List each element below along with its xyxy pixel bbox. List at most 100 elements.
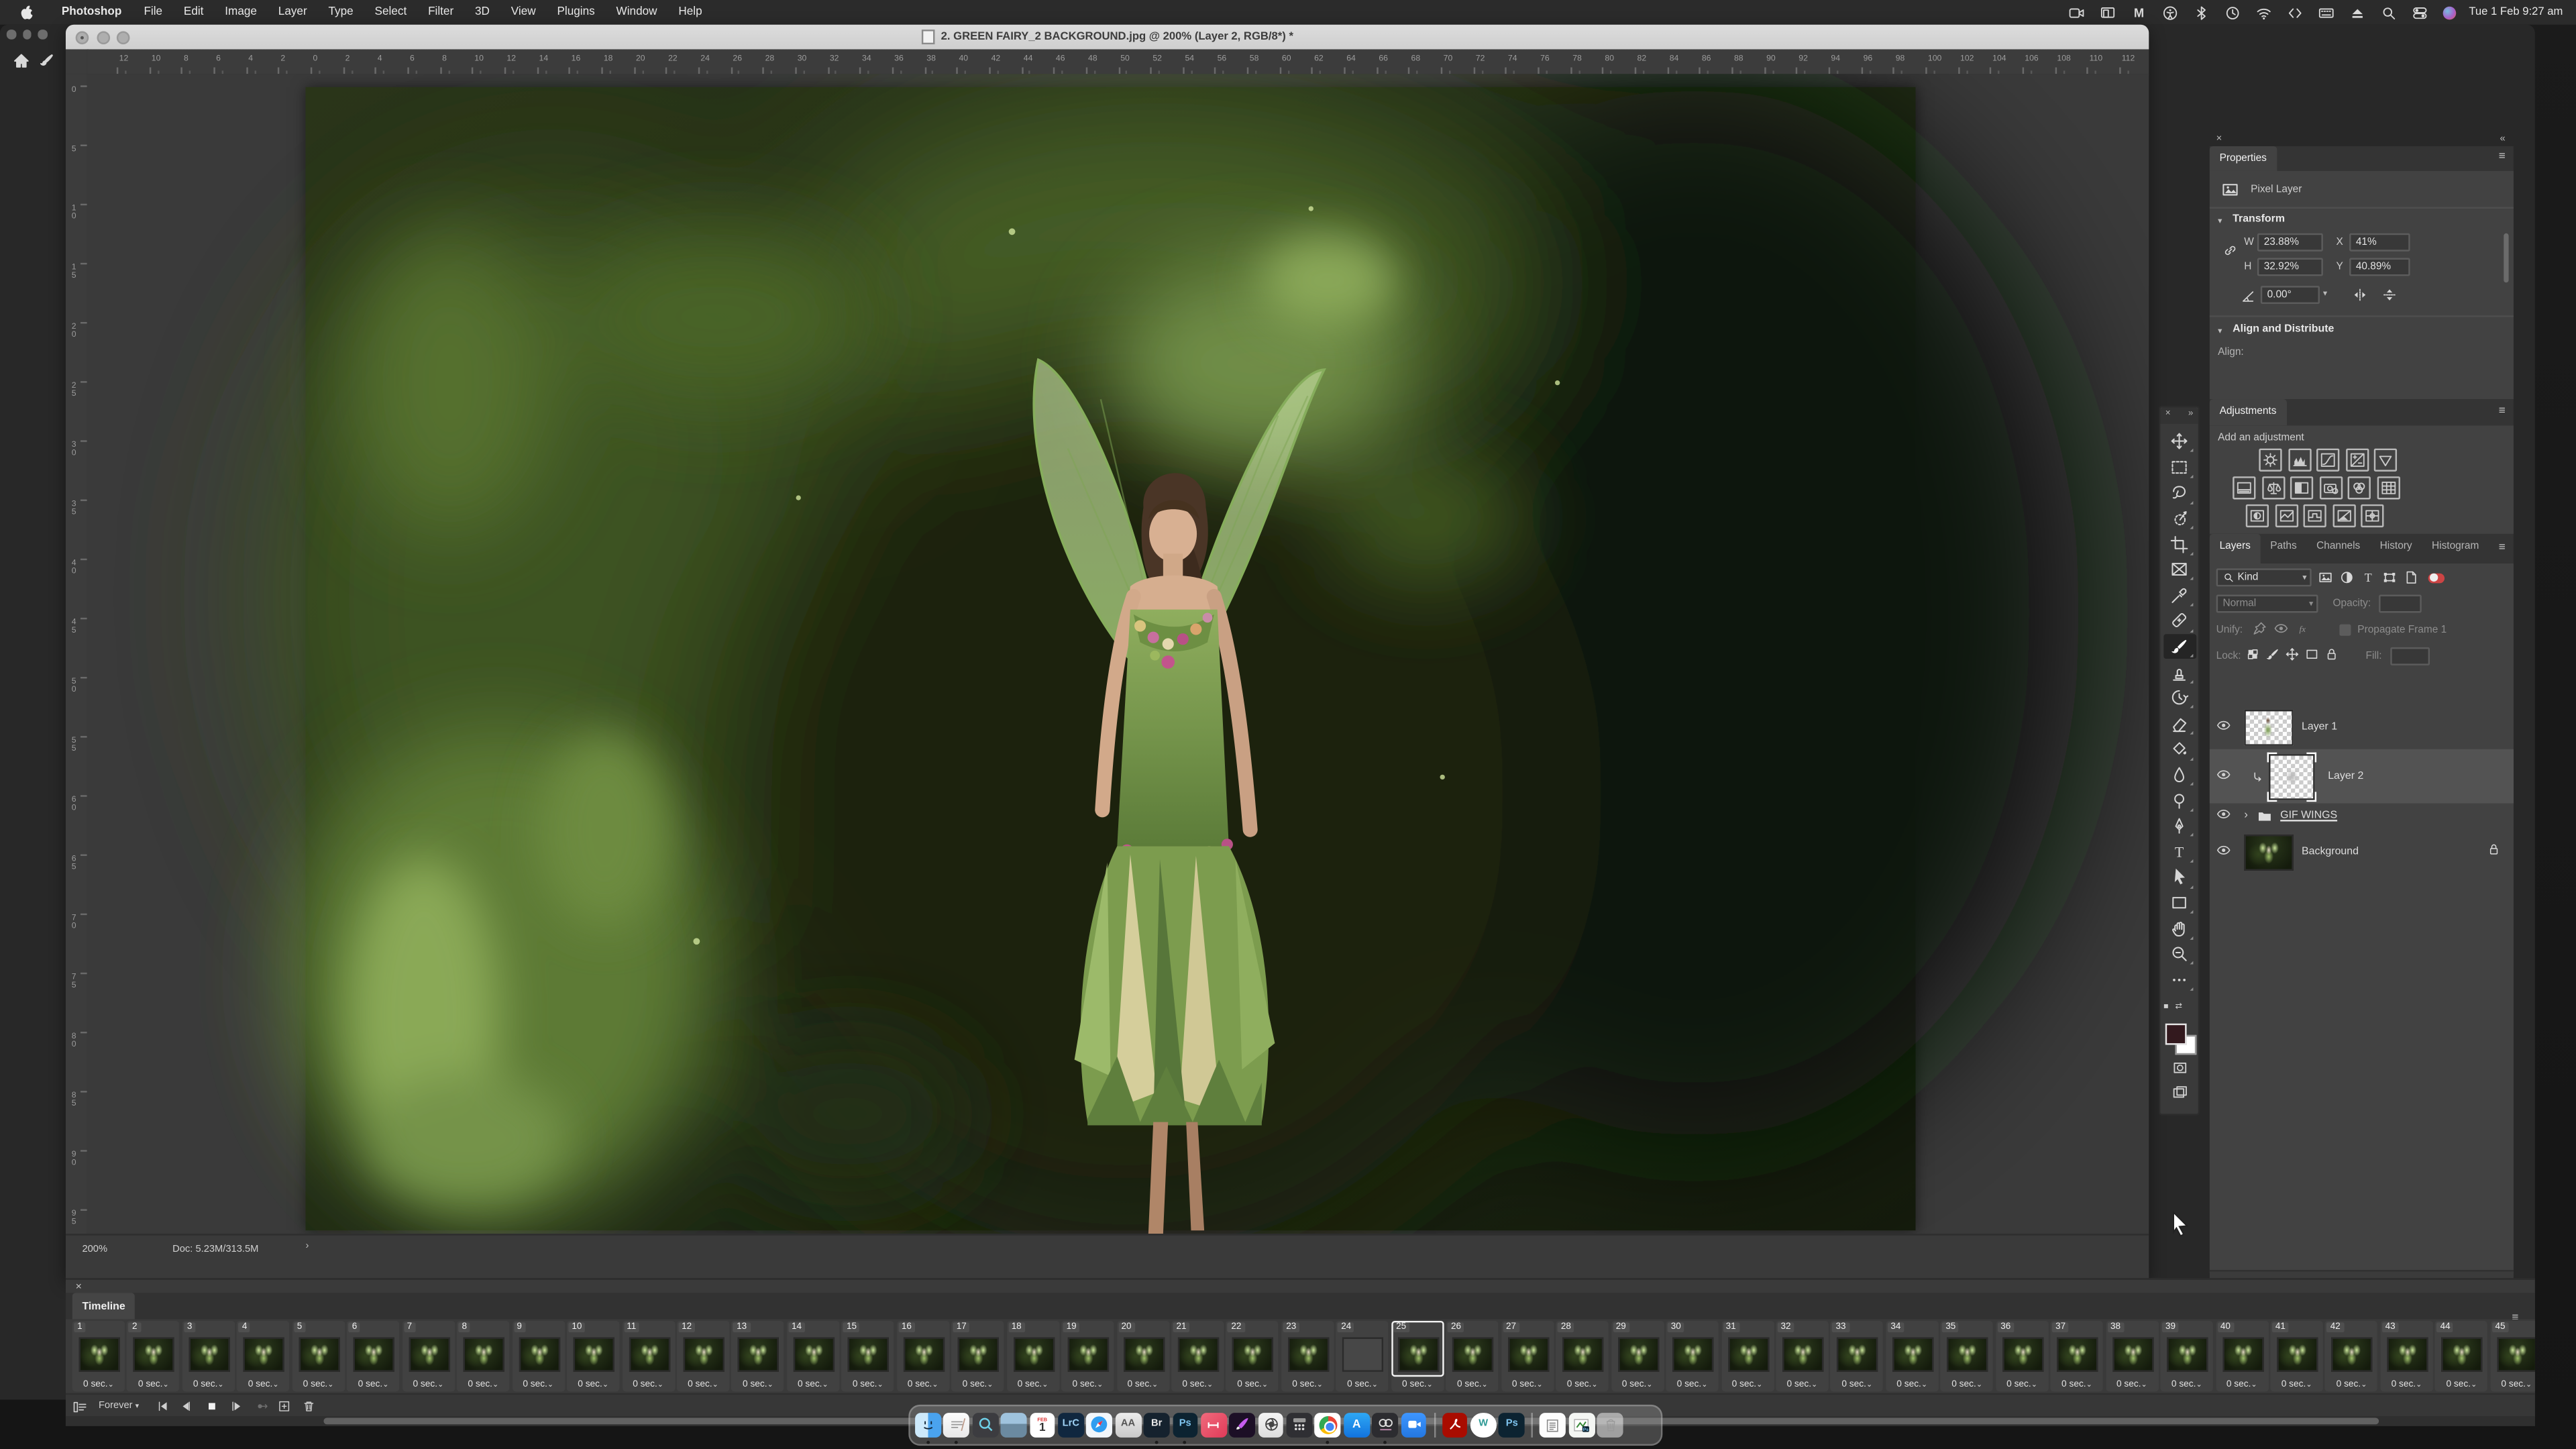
dock-photoshop-file[interactable]: Ps [1568,1412,1595,1438]
fairy-photo[interactable] [306,87,1916,1230]
frame-duration[interactable]: 0 sec.⌄ [347,1380,399,1390]
timeline-frame-9[interactable]: 9 0 sec.⌄ [512,1321,564,1391]
convert-frame-animation-icon[interactable] [72,1398,87,1414]
adjustment-curves[interactable] [2316,449,2339,472]
adjustment-vibrance[interactable] [2374,449,2397,472]
filter-smart-object-icon[interactable] [2404,570,2418,585]
frame-thumbnail[interactable] [133,1336,174,1371]
dock-calculator[interactable] [1287,1412,1313,1438]
layer-row-gif-wings[interactable]: › GIF WINGS [2210,805,2514,826]
filter-shape-icon[interactable] [2382,570,2397,585]
visibility-eye-icon[interactable] [2216,806,2231,821]
menu-help[interactable]: Help [667,7,712,18]
propagate-checkbox[interactable] [2339,623,2351,635]
frame-duration[interactable]: 0 sec.⌄ [1721,1380,1773,1390]
frame-thumbnail[interactable] [189,1336,229,1371]
dev-icon[interactable] [2287,4,2303,20]
rotation-dropdown-icon[interactable]: ▾ [2323,289,2327,299]
frame-duration[interactable]: 0 sec.⌄ [1116,1380,1169,1390]
dock-pink-app[interactable] [1201,1412,1227,1438]
tool-rectangle[interactable] [2163,890,2196,916]
filter-pixel-icon[interactable] [2318,570,2333,585]
lock-transparent-icon[interactable] [2246,647,2260,661]
timeline-frame-32[interactable]: 32 0 sec.⌄ [1776,1321,1828,1391]
lock-move-icon[interactable] [2286,647,2300,661]
frame-duration[interactable]: 0 sec.⌄ [1226,1380,1279,1390]
timeline-frame-18[interactable]: 18 0 sec.⌄ [1006,1321,1059,1391]
tab-paths[interactable]: Paths [2261,534,2307,564]
frame-duration[interactable]: 0 sec.⌄ [2161,1380,2213,1390]
dock-safari[interactable] [1087,1412,1113,1438]
tab-properties[interactable]: Properties [2210,146,2277,171]
chevron-down-icon[interactable]: ▾ [2218,217,2222,227]
panel-menu-icon[interactable]: ≡ [2499,151,2506,162]
menu-type[interactable]: Type [318,7,364,18]
timeline-frame-21[interactable]: 21 0 sec.⌄ [1171,1321,1224,1391]
frame-duration[interactable]: 0 sec.⌄ [1831,1380,1883,1390]
display-icon[interactable] [2100,4,2116,20]
tool-type[interactable]: T [2163,839,2196,864]
tool-history-brush[interactable] [2163,685,2196,710]
frame-thumbnail[interactable] [2167,1336,2208,1371]
menu-3d[interactable]: 3D [464,7,500,18]
frame-duration[interactable]: 0 sec.⌄ [2106,1380,2158,1390]
frame-thumbnail[interactable] [629,1336,669,1371]
time-machine-icon[interactable] [2224,4,2241,20]
fill-field[interactable] [2390,647,2430,665]
frame-duration[interactable]: 0 sec.⌄ [1446,1380,1499,1390]
tool-hand[interactable] [2163,916,2196,941]
timeline-frame-10[interactable]: 10 0 sec.⌄ [567,1321,619,1391]
timeline-frame-26[interactable]: 26 0 sec.⌄ [1446,1321,1499,1391]
panel-scrollbar[interactable] [2504,233,2508,282]
frame-thumbnail[interactable] [1068,1336,1109,1371]
tool-marquee[interactable] [2163,454,2196,480]
frame-thumbnail[interactable] [1727,1336,1768,1371]
tool-more[interactable] [2163,967,2196,992]
filter-type-icon[interactable]: T [2361,570,2375,585]
spotlight-icon[interactable] [2381,4,2397,20]
frame-thumbnail[interactable] [2442,1336,2483,1371]
timeline-frame-33[interactable]: 33 0 sec.⌄ [1831,1321,1883,1391]
frame-duration[interactable]: 0 sec.⌄ [1171,1380,1224,1390]
visibility-eye-icon[interactable] [2216,717,2231,732]
frame-duration[interactable]: 0 sec.⌄ [402,1380,454,1390]
dock-bridge[interactable]: Br [1144,1412,1170,1438]
close-icon[interactable]: × [2165,409,2171,423]
timeline-frame-28[interactable]: 28 0 sec.⌄ [1556,1321,1609,1391]
layer-thumbnail[interactable] [2244,835,2293,871]
frame-thumbnail[interactable] [2332,1336,2373,1371]
dock-w-app[interactable]: W [1470,1412,1497,1438]
malwarebytes-icon[interactable]: M [2131,4,2147,20]
adjustment-photo-filter[interactable] [2319,476,2342,499]
frame-thumbnail[interactable] [2002,1336,2043,1371]
frame-thumbnail[interactable] [848,1336,889,1371]
frame-duration[interactable]: 0 sec.⌄ [127,1380,180,1390]
dev-icon[interactable] [2287,4,2303,20]
frame-thumbnail[interactable] [2222,1336,2263,1371]
frame-duration[interactable]: 0 sec.⌄ [1006,1380,1059,1390]
keyboard-icon[interactable] [2318,4,2334,20]
tween-button[interactable] [256,1398,270,1414]
dock-acrobat[interactable] [1442,1412,1468,1438]
visibility-eye-icon[interactable] [2216,842,2231,857]
frame-duration[interactable]: 0 sec.⌄ [2216,1380,2268,1390]
align-section-title[interactable]: Align and Distribute [2233,323,2334,335]
timeline-frame-35[interactable]: 35 0 sec.⌄ [1941,1321,1993,1391]
screen-mode-icon[interactable] [2167,1083,2192,1101]
timeline-frame-31[interactable]: 31 0 sec.⌄ [1721,1321,1773,1391]
timeline-frame-45[interactable]: 45 0 sec.⌄ [2490,1321,2535,1391]
panel-menu-icon[interactable]: ≡ [2499,406,2506,417]
adjustment-levels[interactable] [2288,449,2310,472]
adjustment-color-balance[interactable] [2261,476,2284,499]
tool-blur[interactable] [2163,762,2196,788]
menu-photoshop[interactable]: Photoshop [51,7,133,18]
frame-duration[interactable]: 0 sec.⌄ [897,1380,949,1390]
menu-select[interactable]: Select [364,7,418,18]
frame-duration[interactable]: 0 sec.⌄ [1666,1380,1718,1390]
color-swatches[interactable] [2165,1018,2194,1051]
lock-transparent-icon[interactable] [2246,647,2260,661]
lock-all-icon[interactable] [2324,647,2339,661]
frame-thumbnail[interactable] [1782,1336,1823,1371]
menu-edit[interactable]: Edit [173,7,214,18]
apple-icon[interactable] [19,5,34,19]
